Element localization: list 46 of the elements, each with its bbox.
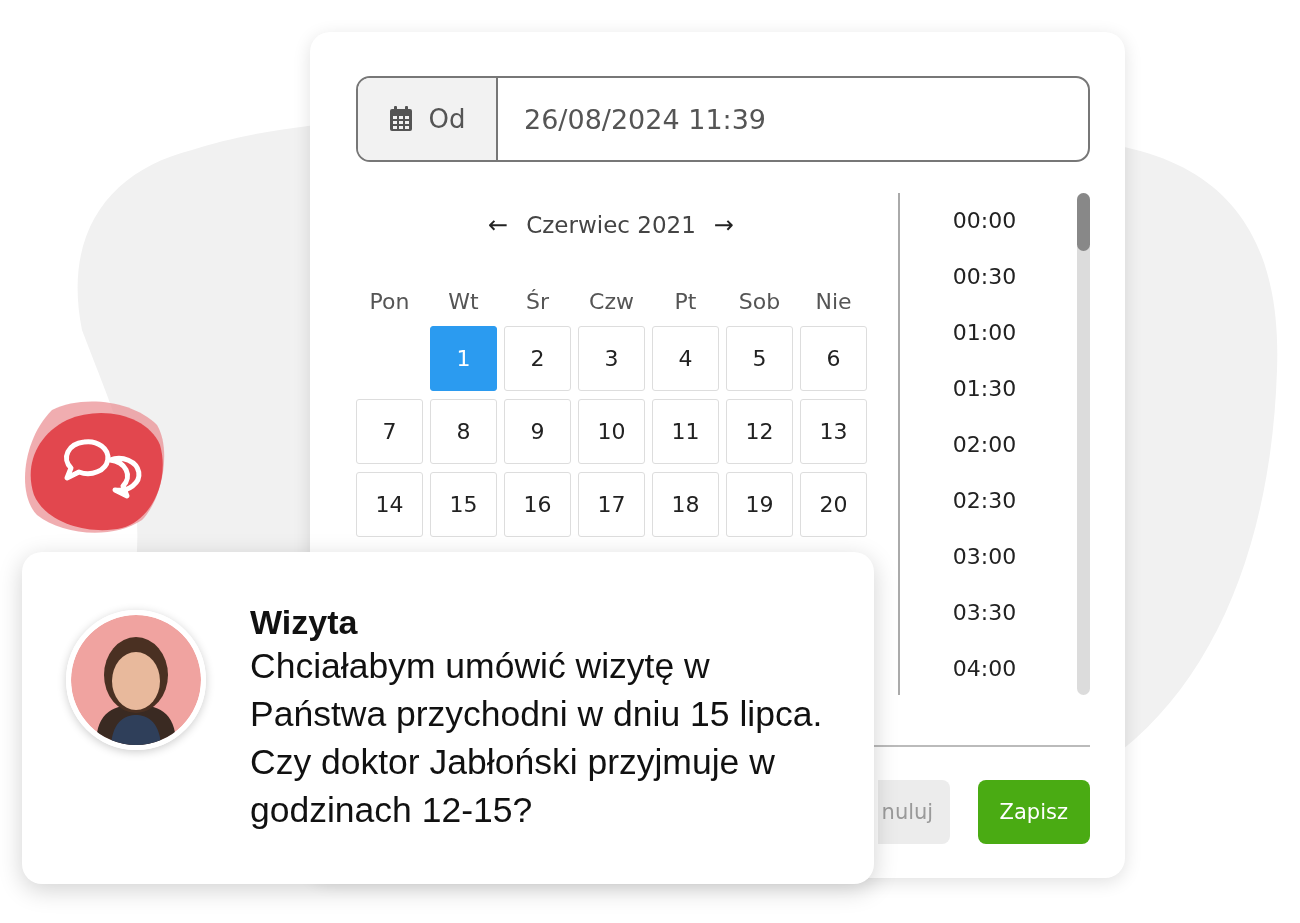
- time-option[interactable]: 03:00: [952, 529, 1017, 585]
- time-option[interactable]: 03:30: [952, 585, 1017, 641]
- day-cell[interactable]: 14: [356, 472, 423, 537]
- weekday-label: Nie: [814, 288, 853, 316]
- weekday-label: Pon: [368, 288, 411, 316]
- message-title: Wizyta: [250, 602, 359, 642]
- day-cell[interactable]: 4: [652, 326, 719, 391]
- time-option[interactable]: 00:00: [952, 193, 1017, 249]
- next-month-button[interactable]: →: [707, 211, 740, 239]
- day-cell[interactable]: 8: [430, 399, 497, 464]
- day-cell[interactable]: 11: [652, 399, 719, 464]
- date-field[interactable]: Od 26/08/2024 11:39: [356, 76, 1090, 162]
- field-value: 26/08/2024 11:39: [523, 102, 766, 137]
- day-cell[interactable]: 16: [504, 472, 571, 537]
- day-cell[interactable]: 9: [504, 399, 571, 464]
- day-cell[interactable]: 6: [800, 326, 867, 391]
- time-option[interactable]: 01:00: [952, 305, 1017, 361]
- time-option[interactable]: 02:00: [952, 417, 1017, 473]
- day-cell[interactable]: 7: [356, 399, 423, 464]
- day-cell[interactable]: 15: [430, 472, 497, 537]
- message-text: Chciałabym umówić wizytę w Państwa przychodni w dniu 15 lipca. Czy doktor Jabłoński przyjmuje w godzinach 12-15?: [250, 645, 824, 832]
- day-cell[interactable]: 13: [800, 399, 867, 464]
- weekday-label: Śr: [525, 288, 550, 316]
- scrollbar-thumb[interactable]: [1077, 193, 1090, 251]
- weekday-label: Pt: [673, 288, 698, 316]
- weekday-label: Sob: [737, 288, 782, 316]
- day-cell[interactable]: 18: [652, 472, 719, 537]
- day-cell[interactable]: 10: [578, 399, 645, 464]
- time-option[interactable]: 02:30: [952, 473, 1017, 529]
- time-option[interactable]: 04:00: [952, 641, 1017, 697]
- day-cell[interactable]: 20: [800, 472, 867, 537]
- weekday-label: Czw: [588, 288, 635, 316]
- month-title: Czerwiec 2021: [526, 212, 696, 238]
- calendar-icon: [388, 106, 413, 132]
- previous-month-button[interactable]: ←: [482, 211, 515, 239]
- time-option[interactable]: 00:30: [952, 249, 1017, 305]
- time-option[interactable]: 01:30: [952, 361, 1017, 417]
- chat-icon[interactable]: [22, 400, 167, 535]
- day-cell[interactable]: 12: [726, 399, 793, 464]
- day-cell[interactable]: 3: [578, 326, 645, 391]
- day-cell[interactable]: 19: [726, 472, 793, 537]
- day-cell[interactable]: 5: [726, 326, 793, 391]
- day-cell[interactable]: 2: [504, 326, 571, 391]
- field-label: Od: [428, 104, 466, 134]
- weekday-label: Wt: [447, 288, 480, 316]
- day-cell[interactable]: 17: [578, 472, 645, 537]
